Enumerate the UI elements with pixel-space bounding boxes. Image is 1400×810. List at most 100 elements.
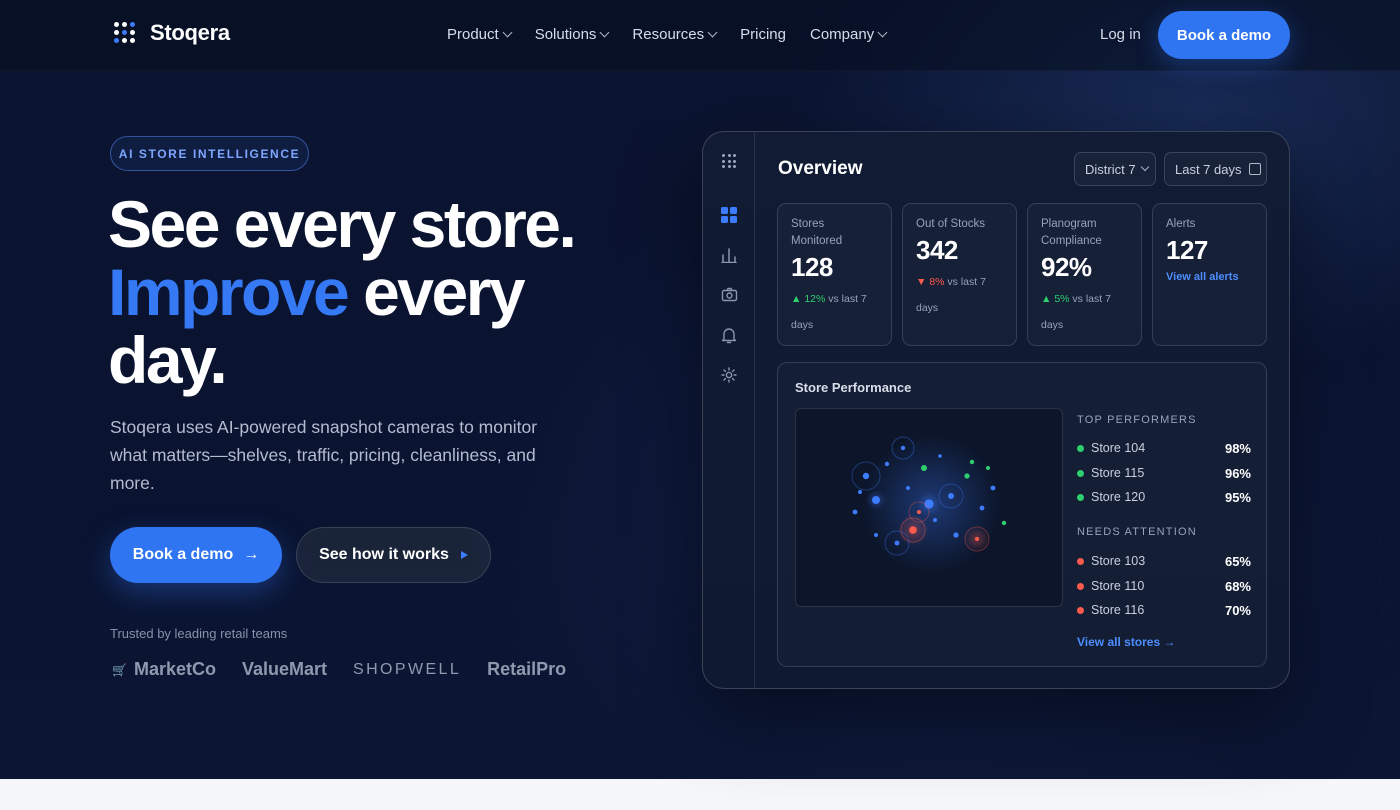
kpi-delta-value: 12%	[804, 293, 826, 305]
store-pct: 65%	[1224, 553, 1251, 569]
next-section-edge	[0, 779, 1400, 810]
chevron-down-icon	[1140, 162, 1149, 172]
bell-icon[interactable]	[720, 326, 738, 344]
headline-line-2-rest: every	[347, 255, 526, 329]
kpi-delta: ▲ 12% vs last 7 days	[791, 286, 878, 338]
brand-marketco-label: MarketCo	[133, 659, 216, 679]
store-map[interactable]	[795, 408, 1063, 607]
nav-company[interactable]: Company	[810, 26, 888, 43]
nav-resources[interactable]: Resources	[632, 26, 718, 43]
nav-product[interactable]: Product	[447, 26, 513, 43]
store-name: Store 104	[1091, 441, 1146, 455]
logo-dots-icon	[114, 22, 136, 44]
brand-valuemart: ValueMart	[241, 659, 328, 679]
brand-marketco: 🛒 MarketCo	[112, 659, 216, 680]
dashboard-preview: Overview District 7 Last 7 days Stores M…	[702, 131, 1290, 689]
store-row[interactable]: Store 120 95%	[1077, 488, 1251, 506]
needs-attention-label: NEEDS ATTENTION	[1077, 526, 1197, 538]
headline-line-3: day.	[108, 323, 228, 397]
nav-product-label: Product	[447, 26, 499, 43]
store-pct: 96%	[1224, 465, 1251, 481]
book-demo-button[interactable]: Book a demo →	[110, 527, 282, 583]
store-name: Store 115	[1091, 466, 1145, 480]
cart-icon: 🛒	[112, 662, 127, 677]
dashboard-sidebar	[703, 132, 755, 688]
book-demo-label: Book a demo	[132, 546, 234, 563]
store-pct: 98%	[1224, 440, 1251, 456]
date-range-select[interactable]: Last 7 days	[1164, 152, 1267, 186]
kpi-out-of-stocks[interactable]: Out of Stocks 342 ▼ 8% vs last 7 days	[902, 203, 1017, 346]
store-name: Store 116	[1091, 603, 1145, 617]
headline-highlight: Improve	[108, 255, 350, 329]
store-row[interactable]: Store 116 70%	[1077, 601, 1251, 619]
see-how-label: See how it works	[319, 546, 449, 563]
logo[interactable]: Stoqera	[114, 20, 230, 46]
store-row[interactable]: Store 110 68%	[1077, 577, 1251, 595]
kpi-label: Stores Monitored	[791, 218, 843, 247]
headline-line-1: See every store.	[108, 187, 577, 261]
status-dot-bad	[1077, 606, 1084, 614]
view-all-alerts-link[interactable]: View all alerts	[1166, 271, 1253, 283]
kpi-delta-value: 8%	[929, 276, 945, 288]
arrow-down-icon: ▼	[916, 276, 930, 288]
nav-resources-label: Resources	[632, 26, 705, 43]
store-pct: 95%	[1224, 489, 1251, 505]
status-dot-good	[1077, 444, 1084, 452]
kpi-value: 342	[916, 235, 958, 265]
brand-shopwell: SHOPWELL	[353, 660, 462, 678]
dashboard-icon[interactable]	[720, 206, 738, 224]
store-row[interactable]: Store 115 96%	[1077, 464, 1251, 482]
see-how-it-works-button[interactable]: See how it works	[296, 527, 491, 583]
camera-icon[interactable]	[720, 286, 738, 304]
store-name: Store 120	[1091, 490, 1146, 504]
settings-icon[interactable]	[720, 366, 738, 384]
district-select-value: District 7	[1085, 161, 1136, 177]
kpi-value: 128	[791, 252, 833, 282]
nav-pricing-label: Pricing	[740, 26, 786, 43]
arrow-right-icon: →	[243, 546, 260, 563]
status-dot-bad	[1077, 582, 1084, 590]
chevron-down-icon	[599, 27, 610, 38]
calendar-icon	[1248, 163, 1261, 175]
chevron-down-icon	[502, 27, 513, 38]
brand-logos: 🛒 MarketCo ValueMart SHOPWELL RetailPro	[112, 659, 592, 680]
store-performance-title: Store Performance	[795, 380, 912, 395]
kpi-stores-monitored[interactable]: Stores Monitored 128 ▲ 12% vs last 7 day…	[777, 203, 892, 346]
kpi-value: 127	[1166, 235, 1208, 265]
kpi-delta: ▼ 8% vs last 7 days	[916, 269, 1003, 321]
nav-solutions[interactable]: Solutions	[535, 26, 610, 43]
kpi-value: 92%	[1041, 252, 1092, 282]
kpi-delta: ▲ 5% vs last 7 days	[1041, 286, 1128, 338]
district-select[interactable]: District 7	[1074, 152, 1156, 186]
store-performance-card: Store Performance TOP PERFORMERS Store 1…	[777, 362, 1267, 667]
brand-retailpro: RetailPro	[487, 659, 567, 679]
apps-icon[interactable]	[720, 152, 738, 170]
nav-links: Product Solutions Resources Pricing Comp…	[447, 26, 910, 43]
trusted-label: Trusted by leading retail teams	[110, 626, 288, 641]
store-name: Store 103	[1091, 554, 1146, 568]
arrow-up-icon: ▲	[1041, 293, 1055, 305]
nav-pricing[interactable]: Pricing	[740, 26, 786, 43]
store-row[interactable]: Store 104 98%	[1077, 439, 1251, 457]
bar-chart-icon[interactable]	[720, 246, 738, 264]
status-dot-good	[1077, 493, 1084, 501]
headline-line-2: Improve every	[108, 258, 574, 326]
store-pct: 68%	[1224, 578, 1251, 594]
kpi-planogram-compliance[interactable]: Planogram Compliance 92% ▲ 5% vs last 7 …	[1027, 203, 1142, 346]
book-demo-nav-button[interactable]: Book a demo	[1158, 11, 1290, 59]
arrow-up-icon: ▲	[791, 293, 805, 305]
view-all-stores-link[interactable]: View all stores →	[1077, 635, 1176, 649]
brand-name: Stoqera	[150, 20, 230, 45]
top-navigation: Stoqera Product Solutions Resources Pric…	[0, 0, 1400, 71]
hero-subtitle: Stoqera uses AI-powered snapshot cameras…	[110, 417, 538, 493]
top-performers-label: TOP PERFORMERS	[1077, 414, 1197, 426]
login-link[interactable]: Log in	[1100, 26, 1141, 43]
store-row[interactable]: Store 103 65%	[1077, 552, 1251, 570]
kpi-alerts[interactable]: Alerts 127 View all alerts	[1152, 203, 1267, 346]
store-pct: 70%	[1224, 602, 1251, 618]
status-dot-bad	[1077, 557, 1084, 565]
overview-title: Overview	[778, 158, 863, 179]
kpi-delta-value: 5%	[1054, 293, 1070, 305]
kpi-label: Alerts	[1166, 218, 1196, 230]
date-range-value: Last 7 days	[1175, 161, 1242, 177]
